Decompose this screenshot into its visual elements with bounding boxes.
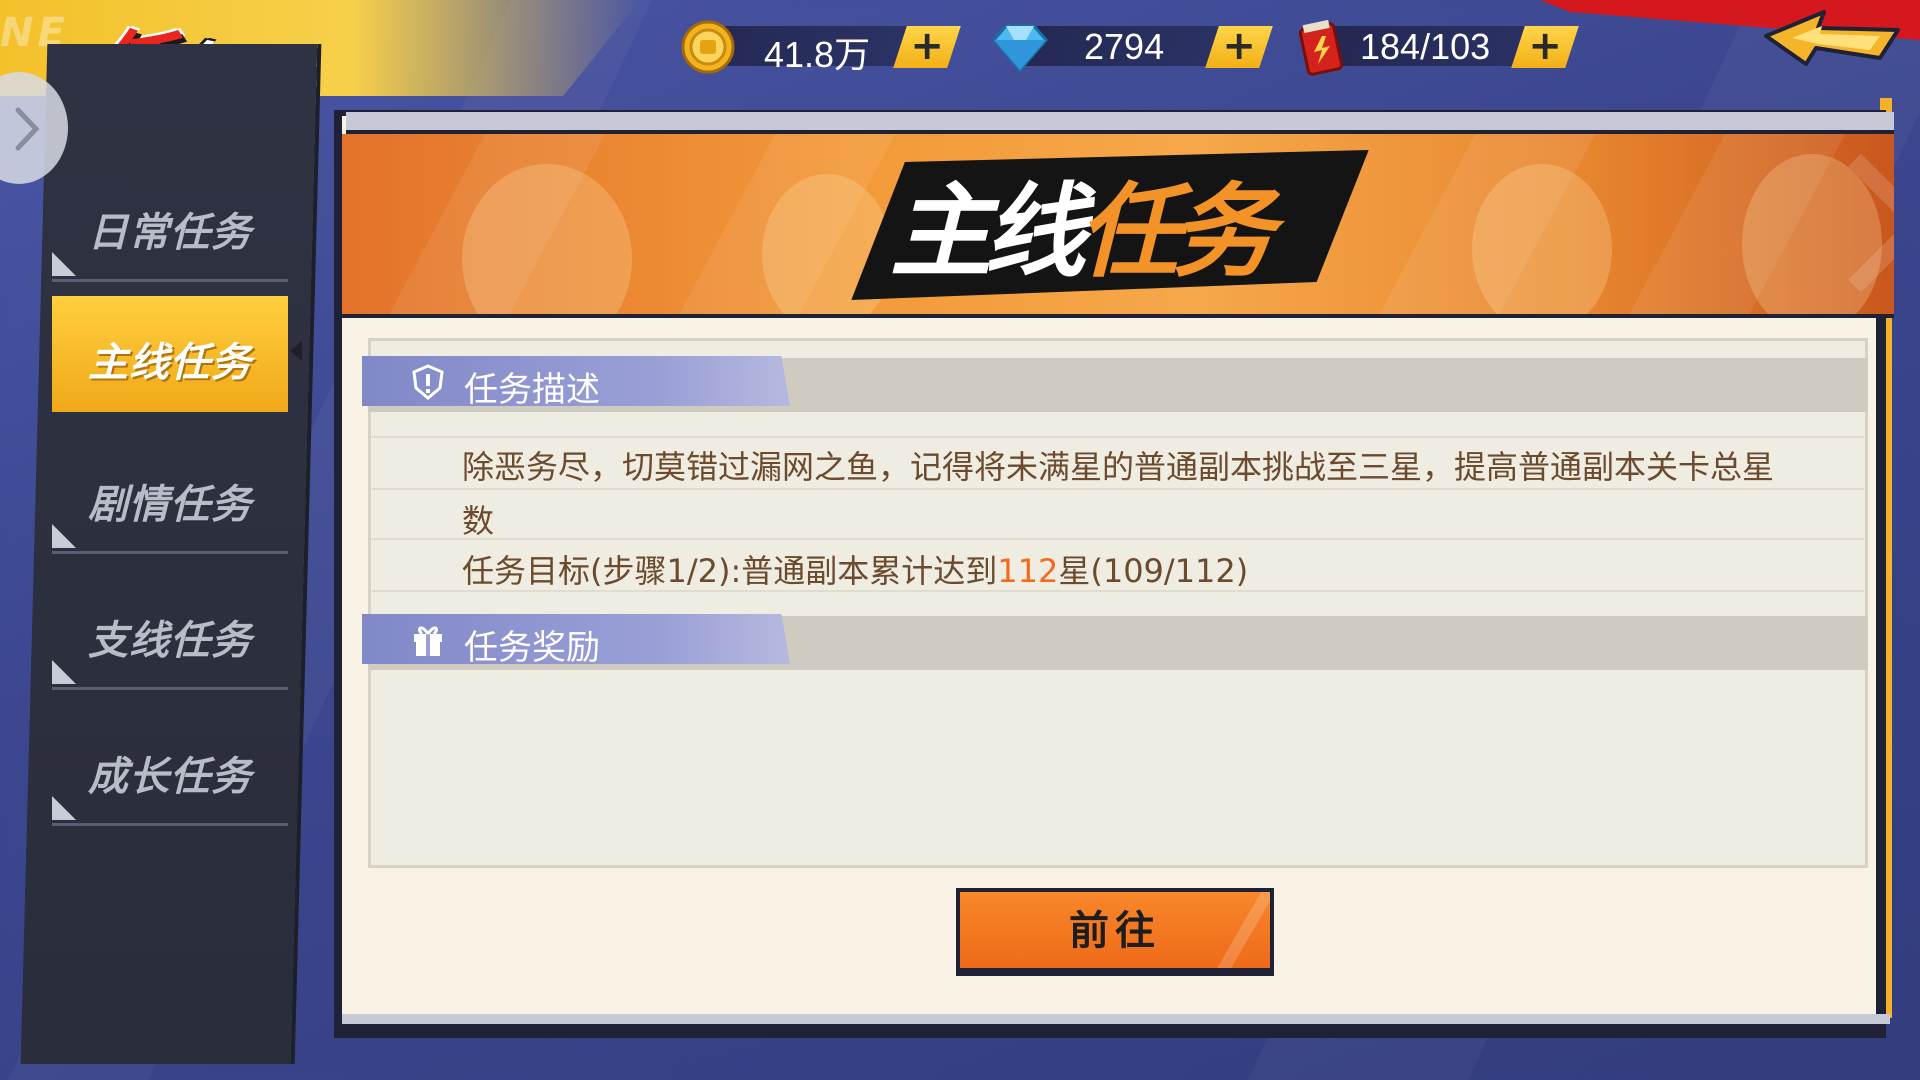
- task-goal: 任务目标(步骤1/2):普通副本累计达到112星(109/112): [462, 546, 1248, 598]
- back-arrow-icon: [1764, 10, 1900, 66]
- divider: [52, 279, 288, 282]
- chevron-right-icon: [15, 107, 40, 151]
- task-content-box: [368, 338, 1868, 868]
- energy-drink-icon: [1292, 19, 1352, 76]
- sidebar-item-main[interactable]: 主线任务: [52, 296, 302, 412]
- section-title: 任务描述: [464, 370, 600, 410]
- currency-gold: 41.8万 +: [678, 20, 968, 75]
- divider: [52, 687, 288, 690]
- sidebar-item-label: 支线任务: [88, 618, 252, 664]
- corner-mark: [52, 252, 76, 276]
- banner-title-part2: 任务: [1078, 173, 1274, 292]
- banner-title-part1: 主线: [890, 173, 1086, 292]
- sidebar-item-label: 日常任务: [88, 210, 252, 256]
- plus-icon: +: [1528, 23, 1563, 69]
- corner-mark: [52, 524, 76, 548]
- back-button[interactable]: [1762, 8, 1902, 78]
- gold-value: 41.8万: [764, 34, 871, 75]
- divider: [52, 823, 288, 826]
- goal-suffix: 星(109/112): [1058, 552, 1249, 590]
- plus-icon: +: [910, 23, 945, 69]
- panel-bottom-strip: [342, 1014, 1890, 1024]
- section-header-reward: 任务奖励: [362, 614, 790, 664]
- gift-icon: [414, 626, 442, 656]
- sidebar-item-growth[interactable]: 成长任务: [52, 716, 288, 826]
- section-header-description: 任务描述: [362, 356, 790, 406]
- panel-top-bar: [346, 112, 1894, 134]
- active-pointer: [290, 341, 302, 361]
- sidebar-item-label: 剧情任务: [88, 482, 252, 528]
- shield-alert-icon: [412, 364, 444, 400]
- divider: [52, 551, 288, 554]
- sidebar-item-side[interactable]: 支线任务: [52, 580, 288, 690]
- corner-mark: [52, 660, 76, 684]
- sidebar-item-label: 主线任务: [88, 340, 252, 386]
- go-button-label: 前往: [1069, 908, 1161, 954]
- character-art: [1472, 164, 1612, 314]
- banner-title: 主线任务: [890, 150, 1370, 292]
- sidebar-item-story[interactable]: 剧情任务: [52, 444, 288, 554]
- task-description: 除恶务尽，切莫错过漏网之鱼，记得将未满星的普通副本挑战至三星，提高普通副本关卡总…: [462, 448, 1775, 540]
- corner-mark: [52, 796, 76, 820]
- go-button[interactable]: 前往: [956, 888, 1274, 976]
- sidebar-item-daily[interactable]: 日常任务: [52, 172, 288, 282]
- sidebar-item-label: 成长任务: [88, 754, 252, 800]
- goal-target-value: 112: [997, 552, 1059, 590]
- coin-icon: [678, 20, 738, 74]
- plus-icon: +: [1222, 23, 1257, 69]
- row-divider: [372, 436, 1864, 438]
- currency-diamond: 2794 +: [988, 20, 1278, 74]
- diamond-value: 2794: [1084, 26, 1165, 67]
- section-title: 任务奖励: [464, 628, 600, 668]
- currency-stamina: 184/103 +: [1292, 19, 1592, 76]
- diamond-icon: [988, 20, 1048, 74]
- goal-prefix: 任务目标(步骤1/2):普通副本累计达到: [462, 552, 998, 590]
- stamina-value: 184/103: [1360, 26, 1491, 67]
